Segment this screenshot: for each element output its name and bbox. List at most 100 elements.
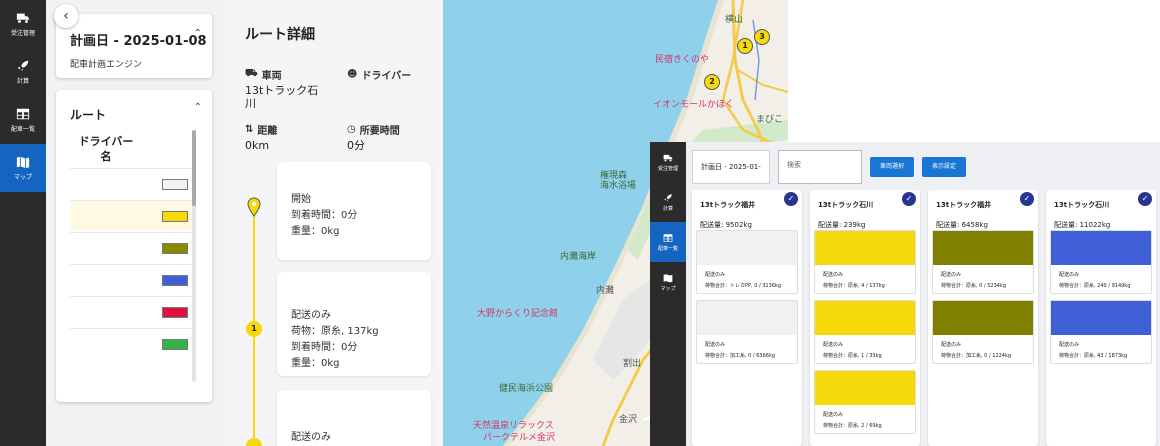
job-color-bar: [697, 231, 797, 265]
vehicle-column-title: 13tトラック福井: [936, 201, 992, 209]
sidebar-item-label: 計算: [16, 78, 29, 85]
inset-plan-date[interactable]: 計画日 - 2025-01-08: [692, 150, 770, 203]
display-settings-button[interactable]: 表示設定: [922, 157, 966, 177]
vehicle-label: 車両: [261, 71, 282, 82]
check-icon[interactable]: ✓: [1138, 192, 1152, 206]
inset-search-input[interactable]: 検索: [778, 150, 862, 184]
distance-value: 0km: [245, 139, 270, 152]
sidebar-item-calc[interactable]: 計算: [0, 48, 46, 96]
job-card[interactable]: 配送のみ 荷物合計：原糸, 1 / 33kg: [814, 300, 916, 364]
job-kind: 配送のみ: [941, 272, 962, 278]
route-list-scrollbar[interactable]: [192, 130, 196, 382]
sidebar-item-map[interactable]: マップ: [0, 144, 46, 192]
job-card[interactable]: 配送のみ 荷物合計：トレカPP, 0 / 3136kg: [696, 230, 798, 294]
map-icon: [663, 273, 673, 282]
collapse-button[interactable]: ‹: [54, 4, 78, 28]
driver-label: ドライバー: [361, 71, 412, 82]
truck-icon: ⛟: [245, 68, 258, 79]
truck-icon: [16, 13, 30, 23]
stop-card-2[interactable]: 配送のみ: [277, 390, 431, 446]
vehicle-column[interactable]: 13tトラック石川 ✓ 配送量: 11022kg 配送のみ 荷物合計：原糸, 240 /…: [1046, 190, 1156, 446]
route-row[interactable]: [70, 168, 192, 198]
vehicle-column-weight: 配送量: 6458kg: [936, 221, 988, 229]
map-icon: [16, 156, 30, 169]
chevron-left-icon: ‹: [63, 8, 69, 24]
map-label-kenmin: 健民海浜公園: [499, 384, 554, 394]
vehicle-value: 13tトラック石川: [245, 84, 319, 110]
job-cargo: 荷物合計：原糸, 240 / 9149kg: [1059, 283, 1131, 289]
job-cargo: 荷物合計：原糸, 43 / 1873kg: [1059, 353, 1128, 359]
job-card[interactable]: 配送のみ 荷物合計：原糸, 2 / 69kg: [814, 370, 916, 434]
stop-line: 開始: [291, 194, 311, 205]
route-marker-2[interactable]: 2: [704, 74, 720, 90]
inset-sidebar-item-orders[interactable]: 受注管理: [650, 142, 686, 182]
route-color-swatch: [162, 339, 188, 350]
job-card[interactable]: 配送のみ 荷物合計：加工糸, 0 / 1224kg: [932, 300, 1034, 364]
job-card[interactable]: 配送のみ 荷物合計：原糸, 4 / 137kg: [814, 230, 916, 294]
stop-marker[interactable]: [246, 438, 262, 446]
vehicle-column-weight: 配送量: 239kg: [818, 221, 866, 229]
route-row[interactable]: [70, 296, 192, 326]
map-label-kanazawa: 金沢: [619, 415, 638, 425]
route-marker-1[interactable]: 1: [737, 38, 753, 54]
inset-sidebar-item-map[interactable]: マップ: [650, 262, 686, 302]
map-label-uchinada-town: 内灘: [596, 286, 615, 296]
check-icon[interactable]: ✓: [902, 192, 916, 206]
route-color-swatch: [162, 179, 188, 190]
route-detail-panel: ルート詳細 ⛟ 車両 13tトラック石川 ☻ ドライバー ⇅ 距離 0km ◷ 所要時間…: [225, 0, 443, 446]
stop-line: 荷物：原糸, 137kg: [291, 326, 379, 337]
check-icon[interactable]: ✓: [1020, 192, 1034, 206]
sidebar-item-label: 配車一覧: [10, 126, 35, 133]
route-row[interactable]: [70, 200, 192, 230]
job-kind: 配送のみ: [705, 342, 726, 348]
driver-column-header: ドライバー名: [78, 135, 134, 163]
inset-sidebar-label: 受注管理: [657, 165, 678, 172]
driver-field: ☻ ドライバー: [347, 67, 411, 82]
stop-number-marker[interactable]: 1: [246, 321, 262, 337]
vehicle-column-title: 13tトラック石川: [818, 201, 874, 209]
route-marker-3[interactable]: 3: [754, 29, 770, 45]
vehicle-column-title: 13tトラック福井: [700, 201, 756, 209]
stop-card-start[interactable]: 開始 到着時間：0分 重量：0kg: [277, 162, 431, 260]
dispatch-list-inset: 受注管理 計算 配車一覧 マップ 計画日 - 2025-01-08 検索 車両選…: [650, 142, 1160, 446]
stop-line: 到着時間：0分: [291, 210, 358, 221]
distance-icon: ⇅: [245, 124, 254, 135]
stop-line: 重量：0kg: [291, 358, 340, 369]
job-card[interactable]: 配送のみ 荷物合計：原糸, 240 / 9149kg: [1050, 230, 1152, 294]
start-pin-icon: [247, 197, 261, 217]
inset-sidebar-item-calc[interactable]: 計算: [650, 182, 686, 222]
chevron-up-icon[interactable]: ⌃: [194, 28, 202, 39]
route-row[interactable]: [70, 264, 192, 294]
vehicle-column[interactable]: 13tトラック福井 ✓ 配送量: 6458kg 配送のみ 荷物合計：原糸, 0 / 52…: [928, 190, 1038, 446]
map-label-yokoyama: 横山: [725, 15, 744, 25]
job-color-bar: [697, 301, 797, 335]
map-label-karakuri: 大野からくり記念館: [477, 309, 559, 319]
vehicle-column-weight: 配送量: 9502kg: [700, 221, 752, 229]
job-color-bar: [1051, 231, 1151, 265]
chevron-up-icon[interactable]: ⌃: [194, 102, 202, 113]
job-card[interactable]: 配送のみ 荷物合計：加工糸, 0 / 6366kg: [696, 300, 798, 364]
job-kind: 配送のみ: [1059, 342, 1080, 348]
job-card[interactable]: 配送のみ 荷物合計：原糸, 0 / 5234kg: [932, 230, 1034, 294]
vehicle-column[interactable]: 13tトラック福井 ✓ 配送量: 9502kg 配送のみ 荷物合計：トレカPP, 0 /…: [692, 190, 802, 446]
job-cargo: 荷物合計：トレカPP, 0 / 3136kg: [705, 283, 782, 289]
vehicle-field: ⛟ 車両 13tトラック石川: [245, 67, 325, 110]
scrollbar-thumb[interactable]: [192, 130, 196, 206]
stop-card-1[interactable]: 配送のみ 荷物：原糸, 137kg 到着時間：0分 重量：0kg: [277, 272, 431, 376]
sidebar-item-dispatch-list[interactable]: 配車一覧: [0, 96, 46, 144]
inset-sidebar-item-dispatch-list[interactable]: 配車一覧: [650, 222, 686, 262]
stop-line: 重量：0kg: [291, 226, 340, 237]
vehicle-column[interactable]: 13tトラック石川 ✓ 配送量: 239kg 配送のみ 荷物合計：原糸, 4 / 137…: [810, 190, 920, 446]
check-icon[interactable]: ✓: [784, 192, 798, 206]
clock-icon: ◷: [347, 124, 356, 135]
job-card[interactable]: 配送のみ荷物合計：原糸, 43 / 1873kg: [1050, 300, 1152, 364]
distance-field: ⇅ 距離 0km: [245, 122, 277, 152]
route-row[interactable]: [70, 328, 192, 358]
map-label-mappe: まびこ: [756, 115, 784, 125]
job-cargo: 荷物合計：加工糸, 0 / 1224kg: [941, 353, 1012, 359]
vehicle-select-button[interactable]: 車両選択: [870, 157, 914, 177]
job-color-bar: [815, 231, 915, 265]
route-row[interactable]: [70, 232, 192, 262]
sidebar-item-label: 受注管理: [10, 30, 35, 37]
sidebar-item-orders[interactable]: 受注管理: [0, 0, 46, 48]
